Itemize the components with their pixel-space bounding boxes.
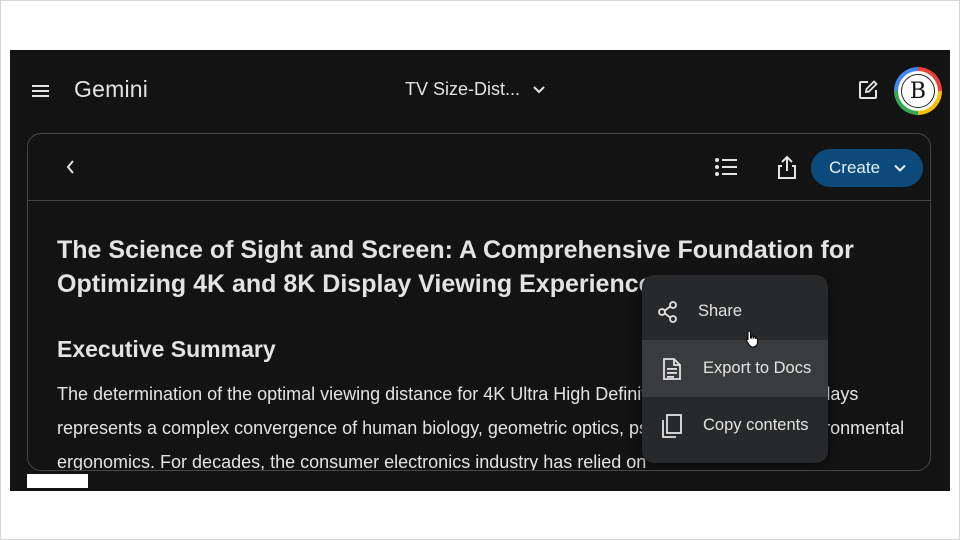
menu-item-label: Share: [698, 302, 743, 320]
back-button[interactable]: [59, 155, 83, 179]
menu-item-copy-contents[interactable]: Copy contents: [642, 397, 828, 454]
chevron-left-icon: [66, 160, 74, 174]
section-heading: Executive Summary: [57, 336, 276, 362]
menu-item-share[interactable]: Share: [642, 283, 828, 340]
create-label: Create: [829, 158, 881, 177]
new-chat-button[interactable]: [856, 78, 880, 102]
menu-item-label: Copy contents: [703, 416, 809, 434]
footer-strip: [27, 474, 88, 488]
gemini-app: Gemini TV Size-Dist... B Create The Scie…: [10, 50, 950, 491]
document-icon: [660, 357, 684, 381]
conversation-title: TV Size-Dist...: [405, 79, 521, 99]
conversation-title-button[interactable]: TV Size-Dist...: [405, 79, 546, 100]
share-button[interactable]: [773, 153, 801, 181]
share-nodes-icon: [656, 300, 680, 324]
chevron-down-icon: [533, 85, 545, 93]
top-bar: Gemini TV Size-Dist... B: [10, 50, 950, 130]
account-avatar[interactable]: B: [894, 67, 942, 115]
canvas-panel: Create The Science of Sight and Screen: …: [27, 133, 931, 471]
avatar-letter: B: [901, 74, 935, 108]
hamburger-icon: [32, 85, 49, 97]
menu-item-label: Export to Docs: [703, 359, 812, 377]
canvas-toolbar: Create: [28, 134, 930, 201]
avatar-ring: B: [898, 71, 938, 111]
share-export-menu: Share Export to Docs Copy contents: [642, 275, 828, 463]
menu-item-export-to-docs[interactable]: Export to Docs: [642, 340, 828, 397]
create-button[interactable]: Create: [811, 149, 923, 187]
outline-button[interactable]: [712, 155, 740, 179]
chevron-down-icon: [894, 164, 906, 172]
main-menu-button[interactable]: [29, 79, 53, 103]
share-icon: [778, 155, 796, 179]
edit-icon: [859, 80, 878, 99]
app-brand: Gemini: [74, 76, 149, 102]
copy-icon: [660, 413, 684, 438]
list-icon: [715, 158, 737, 176]
